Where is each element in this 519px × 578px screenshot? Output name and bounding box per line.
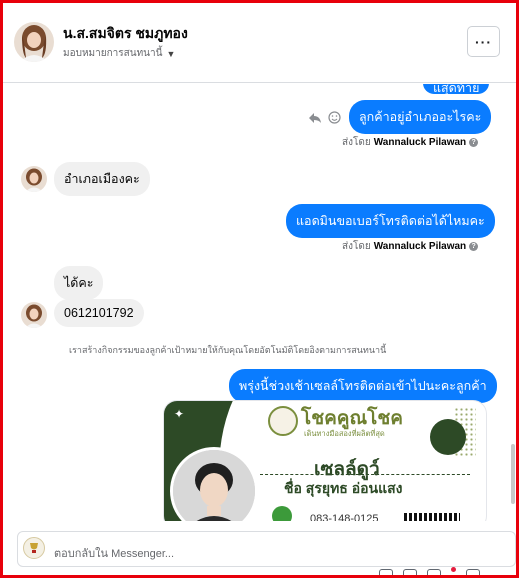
sent-by-label: ส่งโดย Wannaluck Pilawan ? <box>342 239 479 254</box>
info-icon[interactable]: ? <box>469 242 479 251</box>
contact-avatar-small[interactable] <box>21 166 47 192</box>
more-options-button[interactable]: ··· <box>467 26 500 57</box>
scrollbar-thumb[interactable] <box>511 444 515 504</box>
message-thread: แสุดท้าย ลูกค้าอยู่อำเภออะไรคะ ส่งโดย Wa… <box>3 84 516 521</box>
brand-logo-icon <box>268 406 298 436</box>
sent-by-label: ส่งโดย Wannaluck Pilawan ? <box>342 135 479 150</box>
card-person-name: ชื่อ สุรยุทธ อ่อนแสง <box>284 480 403 496</box>
attach-icon[interactable] <box>379 569 393 575</box>
conversation-header: น.ส.สมจิตร ชมภูทอง มอบหมายการสนทนานี้ ▼ … <box>3 3 516 83</box>
contact-avatar[interactable] <box>14 22 54 62</box>
system-note: เราสร้างกิจกรรมของลูกค้าเป้าหมายให้กับคุ… <box>69 345 387 355</box>
message-bubble-incoming: ได้คะ <box>54 266 104 300</box>
business-card-image[interactable]: ✦ โชคคูณโชค เดินทางมือสองที่ผลิตที่สุด เ… <box>163 400 487 521</box>
assign-label: มอบหมายการสนทนานี้ <box>63 48 163 59</box>
contact-avatar-small[interactable] <box>21 302 47 328</box>
reply-composer: ตอบกลับใน Messenger... <box>3 521 516 575</box>
page-avatar <box>23 537 45 559</box>
caret-down-icon: ▼ <box>166 48 176 59</box>
sender-name[interactable]: Wannaluck Pilawan <box>374 137 466 148</box>
qr-code-icon <box>404 513 460 521</box>
sender-name[interactable]: Wannaluck Pilawan <box>374 241 466 252</box>
thread-scrollbar[interactable] <box>510 84 516 521</box>
photo-icon[interactable] <box>403 569 417 575</box>
message-bubble-outgoing: แอดมินขอเบอร์โทรติดต่อได้ไหมคะ <box>286 204 495 238</box>
assign-conversation-dropdown[interactable]: มอบหมายการสนทนานี้ ▼ <box>63 46 175 61</box>
reply-icon[interactable] <box>308 112 322 124</box>
message-bubble-outgoing: พรุ่งนี้ช่วงเช้าเซลล์โทรติดต่อเข้าไปนะคะ… <box>229 369 497 403</box>
card-decor-circle <box>430 419 466 455</box>
line-app-icon <box>272 506 292 521</box>
sparkle-icon: ✦ <box>174 407 185 421</box>
composer-toolbar <box>379 567 480 575</box>
emoji-icon[interactable] <box>427 569 441 575</box>
message-actions <box>308 111 341 124</box>
notification-dot-icon <box>451 567 456 572</box>
card-divider <box>260 474 470 475</box>
info-icon[interactable]: ? <box>469 138 479 147</box>
sent-by-prefix: ส่งโดย <box>342 241 371 252</box>
message-bubble-outgoing: แสุดท้าย <box>423 84 490 95</box>
sent-by-prefix: ส่งโดย <box>342 137 371 148</box>
card-tagline: เดินทางมือสองที่ผลิตที่สุด <box>304 429 385 438</box>
message-bubble-incoming: 0612101792 <box>54 299 144 327</box>
reply-placeholder: ตอบกลับใน Messenger... <box>54 548 175 560</box>
card-phone: 083-148-0125 <box>310 513 379 521</box>
more-tools-icon[interactable] <box>466 569 480 575</box>
contact-name: น.ส.สมจิตร ชมภูทอง <box>63 25 188 41</box>
message-bubble-incoming: อำเภอเมืองคะ <box>54 162 150 196</box>
message-bubble-outgoing: ลูกค้าอยู่อำเภออะไรคะ <box>349 100 492 134</box>
react-emoji-icon[interactable] <box>328 111 341 124</box>
app-frame: น.ส.สมจิตร ชมภูทอง มอบหมายการสนทนานี้ ▼ … <box>0 0 519 578</box>
